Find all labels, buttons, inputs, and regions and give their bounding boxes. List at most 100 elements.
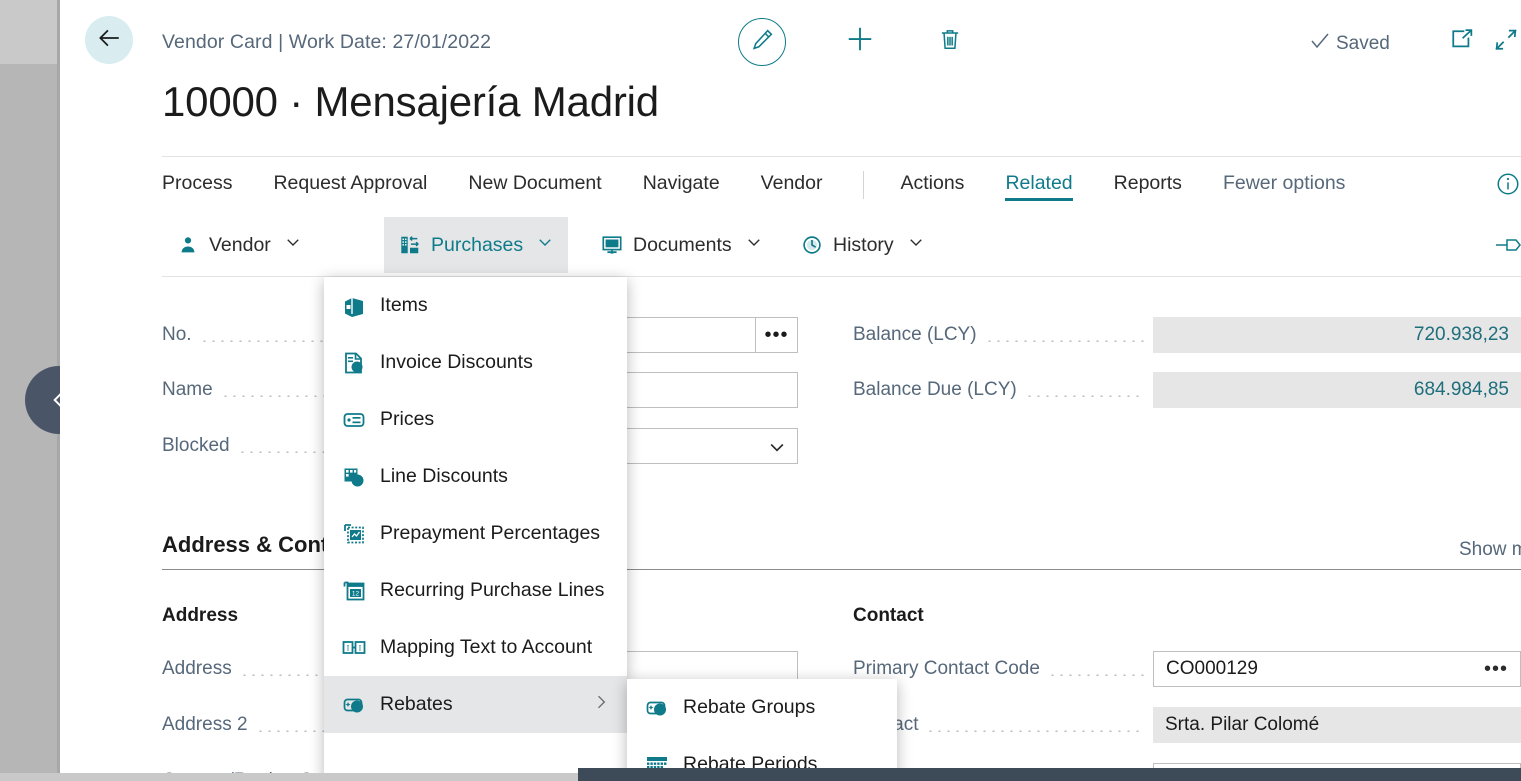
trash-icon	[937, 26, 963, 57]
breadcrumb: Vendor Card | Work Date: 27/01/2022	[162, 31, 492, 53]
minimize-button[interactable]	[1492, 26, 1520, 59]
ribbon-tab-navigate[interactable]: Navigate	[643, 172, 720, 199]
ribbon-tab-label: Request Approval	[273, 171, 428, 194]
menu-item-label: Items	[380, 294, 428, 316]
menu-item-mapping-text-to-account[interactable]: I I Mapping Text to Account	[324, 619, 627, 676]
edit-button[interactable]	[738, 18, 786, 66]
info-circle-icon	[1495, 173, 1521, 201]
action-group-history[interactable]: History	[786, 217, 939, 273]
plus-icon	[845, 24, 875, 59]
person-icon	[176, 233, 200, 257]
menu-item-invoice-discounts[interactable]: Invoice Discounts	[324, 334, 627, 391]
show-more-link[interactable]: Show more	[1459, 539, 1521, 561]
primary-contact-code-input[interactable]: CO000129 •••	[1153, 651, 1521, 687]
chevron-down-icon	[907, 233, 925, 257]
menu-item-prices[interactable]: Prices	[324, 391, 627, 448]
action-group-vendor[interactable]: Vendor	[162, 217, 316, 273]
ribbon-tab-label: Related	[1005, 171, 1073, 194]
dot-leader	[984, 328, 1145, 342]
action-group-label: History	[833, 233, 894, 256]
menu-item-line-discounts[interactable]: Line Discounts	[324, 448, 627, 505]
dot-leader	[926, 718, 1145, 732]
ribbon-tab-reports[interactable]: Reports	[1114, 172, 1182, 199]
purchases-icon	[398, 233, 422, 257]
info-button[interactable]	[1495, 171, 1521, 202]
ribbon-tab-new-document[interactable]: New Document	[468, 172, 601, 199]
action-group-bar: Vendor Purchases Documents History	[162, 213, 1521, 277]
mapping-text-icon: II	[342, 636, 366, 660]
field-label: Blocked	[162, 435, 230, 456]
field-balance-due-lcy: Balance Due (LCY) 684.984,85	[853, 372, 1521, 408]
pin-button[interactable]	[1495, 235, 1521, 260]
ribbon-tab-fewer-options[interactable]: Fewer options	[1223, 172, 1345, 199]
arrow-left-icon	[96, 25, 122, 56]
action-group-label: Vendor	[209, 233, 271, 256]
bottom-status-strip	[578, 768, 1521, 781]
balance-lcy-value[interactable]: 720.938,23	[1153, 317, 1521, 353]
chevron-right-icon	[591, 692, 611, 718]
chevron-down-icon	[745, 233, 763, 257]
menu-item-label: Prepayment Percentages	[380, 522, 601, 544]
action-group-purchases[interactable]: Purchases	[384, 217, 569, 273]
new-button[interactable]	[838, 19, 882, 63]
menu-item-prepayment-percentages[interactable]: Prepayment Percentages	[324, 505, 627, 562]
page-title: 10000 · Mensajería Madrid	[162, 78, 659, 125]
menu-item-recurring-purchase-lines[interactable]: 12 Recurring Purchase Lines	[324, 562, 627, 619]
menu-item-label: Recurring Purchase Lines	[380, 579, 605, 601]
history-clock-icon	[800, 233, 824, 257]
field-balance-lcy: Balance (LCY) 720.938,23	[853, 317, 1521, 353]
field-label: Address 2	[162, 714, 248, 735]
ribbon-tab-actions[interactable]: Actions	[900, 172, 964, 199]
subhead-contact: Contact	[853, 605, 924, 626]
menu-item-label: Prices	[380, 408, 435, 430]
svg-text:I: I	[347, 643, 350, 652]
field-primary-contact-code: Primary Contact Code CO000129 •••	[853, 651, 1521, 687]
no-lookup-button[interactable]: •••	[756, 317, 798, 353]
line-discount-icon	[342, 465, 366, 489]
primary-contact-code-lookup-button[interactable]: •••	[1484, 659, 1508, 679]
field-label: Primary Contact Code	[853, 658, 1040, 679]
balance-due-lcy-value[interactable]: 684.984,85	[1153, 372, 1521, 408]
delete-button[interactable]	[928, 19, 972, 63]
invoice-discount-icon	[342, 351, 366, 375]
back-button[interactable]	[85, 16, 133, 64]
dot-leader	[1024, 383, 1145, 397]
submenu-item-rebate-groups[interactable]: Rebate Groups	[627, 679, 897, 736]
app-root: Vendor Card | Work Date: 27/01/2022 Save…	[0, 0, 1521, 781]
field-label: No.	[162, 324, 192, 345]
rebate-icon	[342, 693, 366, 717]
menu-item-items[interactable]: Items	[324, 277, 627, 334]
action-group-documents[interactable]: Documents	[586, 217, 777, 273]
ribbon-tab-label: Navigate	[642, 171, 720, 194]
rebates-submenu[interactable]: Rebate Groups Rebate Periods	[627, 679, 897, 781]
page-canvas: Vendor Card | Work Date: 27/01/2022 Save…	[60, 0, 1521, 781]
submenu-item-label: Rebate Groups	[683, 696, 816, 718]
field-label: Balance (LCY)	[853, 324, 977, 345]
calendar-12-icon: 12	[342, 579, 366, 603]
chevron-down-icon	[284, 233, 302, 257]
field-contact: Contact Srta. Pilar Colomé	[853, 707, 1521, 743]
menu-item-label: Line Discounts	[380, 465, 508, 487]
menu-item-rebates[interactable]: Rebates	[324, 676, 627, 733]
ribbon-tab-label: Actions	[900, 171, 965, 194]
open-in-new-window-icon	[1448, 29, 1476, 58]
ribbon-tab-list: Process Request Approval New Document Navig…	[162, 157, 1386, 213]
contact-value[interactable]: Srta. Pilar Colomé	[1153, 707, 1521, 743]
saved-label: Saved	[1336, 32, 1390, 54]
purchases-dropdown-menu[interactable]: Items Invoice Discounts Prices Line Discoun…	[324, 277, 627, 781]
pencil-icon	[750, 27, 775, 57]
field-label: Address	[162, 658, 232, 679]
ribbon-tab-vendor[interactable]: Vendor	[761, 172, 823, 199]
ribbon-tab-label: Process	[162, 171, 233, 194]
check-icon	[1308, 29, 1332, 58]
saved-status: Saved	[1308, 29, 1390, 58]
rebate-icon	[645, 696, 669, 720]
ribbon-tab-label: Reports	[1113, 171, 1182, 194]
ribbon-tab-process[interactable]: Process	[162, 172, 232, 199]
svg-text:I: I	[359, 643, 362, 652]
ribbon-divider	[863, 171, 865, 199]
ribbon-tab-related[interactable]: Related	[1005, 171, 1073, 201]
open-in-new-window-button[interactable]	[1448, 26, 1476, 59]
ribbon-tab-request-approval[interactable]: Request Approval	[273, 172, 427, 199]
price-tag-icon	[342, 408, 366, 432]
